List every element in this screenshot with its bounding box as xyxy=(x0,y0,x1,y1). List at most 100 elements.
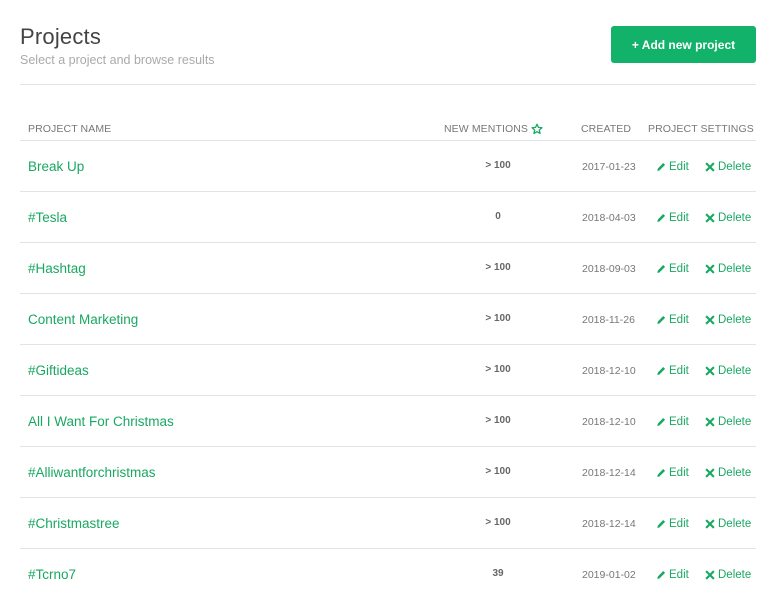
column-header-project-settings: Project Settings xyxy=(648,123,754,135)
project-name-link[interactable]: Break Up xyxy=(28,141,84,192)
delete-label: Delete xyxy=(718,466,752,479)
project-name-link[interactable]: All I Want For Christmas xyxy=(28,396,174,447)
delete-label: Delete xyxy=(718,313,752,326)
close-x-icon xyxy=(705,314,715,325)
project-name-link[interactable]: #Tesla xyxy=(28,192,67,243)
edit-project-button[interactable]: Edit xyxy=(656,345,689,396)
close-x-icon xyxy=(705,212,715,223)
edit-project-button[interactable]: Edit xyxy=(656,294,689,345)
project-name-link[interactable]: #Christmastree xyxy=(28,498,120,549)
column-header-new-mentions-label: New Mentions xyxy=(444,123,529,135)
delete-project-button[interactable]: Delete xyxy=(705,345,751,396)
delete-label: Delete xyxy=(718,160,752,173)
created-date: 2018-12-10 xyxy=(582,364,636,377)
pencil-icon xyxy=(657,417,666,426)
table-row: Break Up > 100 2017-01-23 Edit Delete xyxy=(20,141,756,192)
table-row: Content Marketing > 100 2018-11-26 Edit … xyxy=(20,294,756,345)
pencil-icon xyxy=(657,213,666,222)
delete-label: Delete xyxy=(718,517,752,530)
table-header: Project Name New Mentions Created Projec… xyxy=(20,115,756,141)
table-row: #Tcrno7 39 2019-01-02 Edit Delete xyxy=(20,549,756,600)
new-mentions-count: > 100 xyxy=(485,364,511,375)
edit-label: Edit xyxy=(669,313,689,326)
close-x-icon xyxy=(705,161,715,172)
pencil-icon xyxy=(657,468,666,477)
new-mentions-count: > 100 xyxy=(485,313,511,324)
edit-project-button[interactable]: Edit xyxy=(656,549,689,600)
column-header-new-mentions[interactable]: New Mentions xyxy=(444,123,543,135)
table-row: #Hashtag > 100 2018-09-03 Edit Delete xyxy=(20,243,756,294)
new-mentions-count: 0 xyxy=(495,211,501,222)
edit-label: Edit xyxy=(669,517,689,530)
table-row: #Tesla 0 2018-04-03 Edit Delete xyxy=(20,192,756,243)
close-x-icon xyxy=(705,263,715,274)
edit-project-button[interactable]: Edit xyxy=(656,396,689,447)
created-date: 2019-01-02 xyxy=(582,568,636,581)
created-date: 2018-04-03 xyxy=(582,211,636,224)
pencil-icon xyxy=(657,162,666,171)
column-header-project-name[interactable]: Project Name xyxy=(28,123,111,135)
new-mentions-count: > 100 xyxy=(485,160,511,171)
page-subtitle: Select a project and browse results xyxy=(20,53,215,67)
delete-label: Delete xyxy=(718,415,752,428)
project-name-link[interactable]: Content Marketing xyxy=(28,294,138,345)
table-body: Break Up > 100 2017-01-23 Edit Delete #T… xyxy=(20,141,756,600)
column-header-created[interactable]: Created xyxy=(581,123,631,135)
created-date: 2018-12-10 xyxy=(582,415,636,428)
edit-project-button[interactable]: Edit xyxy=(656,447,689,498)
edit-label: Edit xyxy=(669,160,689,173)
pencil-icon xyxy=(657,570,666,579)
new-mentions-count: > 100 xyxy=(485,517,511,528)
delete-project-button[interactable]: Delete xyxy=(705,549,751,600)
close-x-icon xyxy=(705,416,715,427)
projects-table: Project Name New Mentions Created Projec… xyxy=(20,115,756,600)
new-mentions-count: 39 xyxy=(492,568,504,579)
page-header: Projects Select a project and browse res… xyxy=(20,0,756,85)
close-x-icon xyxy=(705,518,715,529)
edit-project-button[interactable]: Edit xyxy=(656,141,689,192)
edit-project-button[interactable]: Edit xyxy=(656,192,689,243)
edit-label: Edit xyxy=(669,568,689,581)
created-date: 2018-12-14 xyxy=(582,466,636,479)
table-row: #Christmastree > 100 2018-12-14 Edit Del… xyxy=(20,498,756,549)
edit-label: Edit xyxy=(669,415,689,428)
created-date: 2017-01-23 xyxy=(582,160,636,173)
pencil-icon xyxy=(657,366,666,375)
delete-project-button[interactable]: Delete xyxy=(705,192,751,243)
delete-label: Delete xyxy=(718,211,752,224)
close-x-icon xyxy=(705,365,715,376)
add-new-project-button[interactable]: + Add new project xyxy=(611,26,756,63)
edit-project-button[interactable]: Edit xyxy=(656,243,689,294)
delete-project-button[interactable]: Delete xyxy=(705,498,751,549)
delete-project-button[interactable]: Delete xyxy=(705,294,751,345)
edit-project-button[interactable]: Edit xyxy=(656,498,689,549)
close-x-icon xyxy=(705,569,715,580)
pencil-icon xyxy=(657,264,666,273)
pencil-icon xyxy=(657,519,666,528)
table-row: All I Want For Christmas > 100 2018-12-1… xyxy=(20,396,756,447)
edit-label: Edit xyxy=(669,262,689,275)
new-mentions-count: > 100 xyxy=(485,415,511,426)
delete-project-button[interactable]: Delete xyxy=(705,447,751,498)
new-mentions-count: > 100 xyxy=(485,466,511,477)
project-name-link[interactable]: #Hashtag xyxy=(28,243,86,294)
delete-project-button[interactable]: Delete xyxy=(705,396,751,447)
pencil-icon xyxy=(657,315,666,324)
page-title: Projects xyxy=(20,24,102,49)
project-name-link[interactable]: #Giftideas xyxy=(28,345,89,396)
created-date: 2018-12-14 xyxy=(582,517,636,530)
delete-label: Delete xyxy=(718,364,752,377)
edit-label: Edit xyxy=(669,466,689,479)
delete-label: Delete xyxy=(718,262,752,275)
new-mentions-count: > 100 xyxy=(485,262,511,273)
created-date: 2018-09-03 xyxy=(582,262,636,275)
edit-label: Edit xyxy=(669,364,689,377)
project-name-link[interactable]: #Alliwantforchristmas xyxy=(28,447,156,498)
edit-label: Edit xyxy=(669,211,689,224)
project-name-link[interactable]: #Tcrno7 xyxy=(28,549,76,600)
delete-project-button[interactable]: Delete xyxy=(705,243,751,294)
delete-label: Delete xyxy=(718,568,752,581)
star-outline-icon xyxy=(531,123,543,135)
table-row: #Alliwantforchristmas > 100 2018-12-14 E… xyxy=(20,447,756,498)
delete-project-button[interactable]: Delete xyxy=(705,141,751,192)
